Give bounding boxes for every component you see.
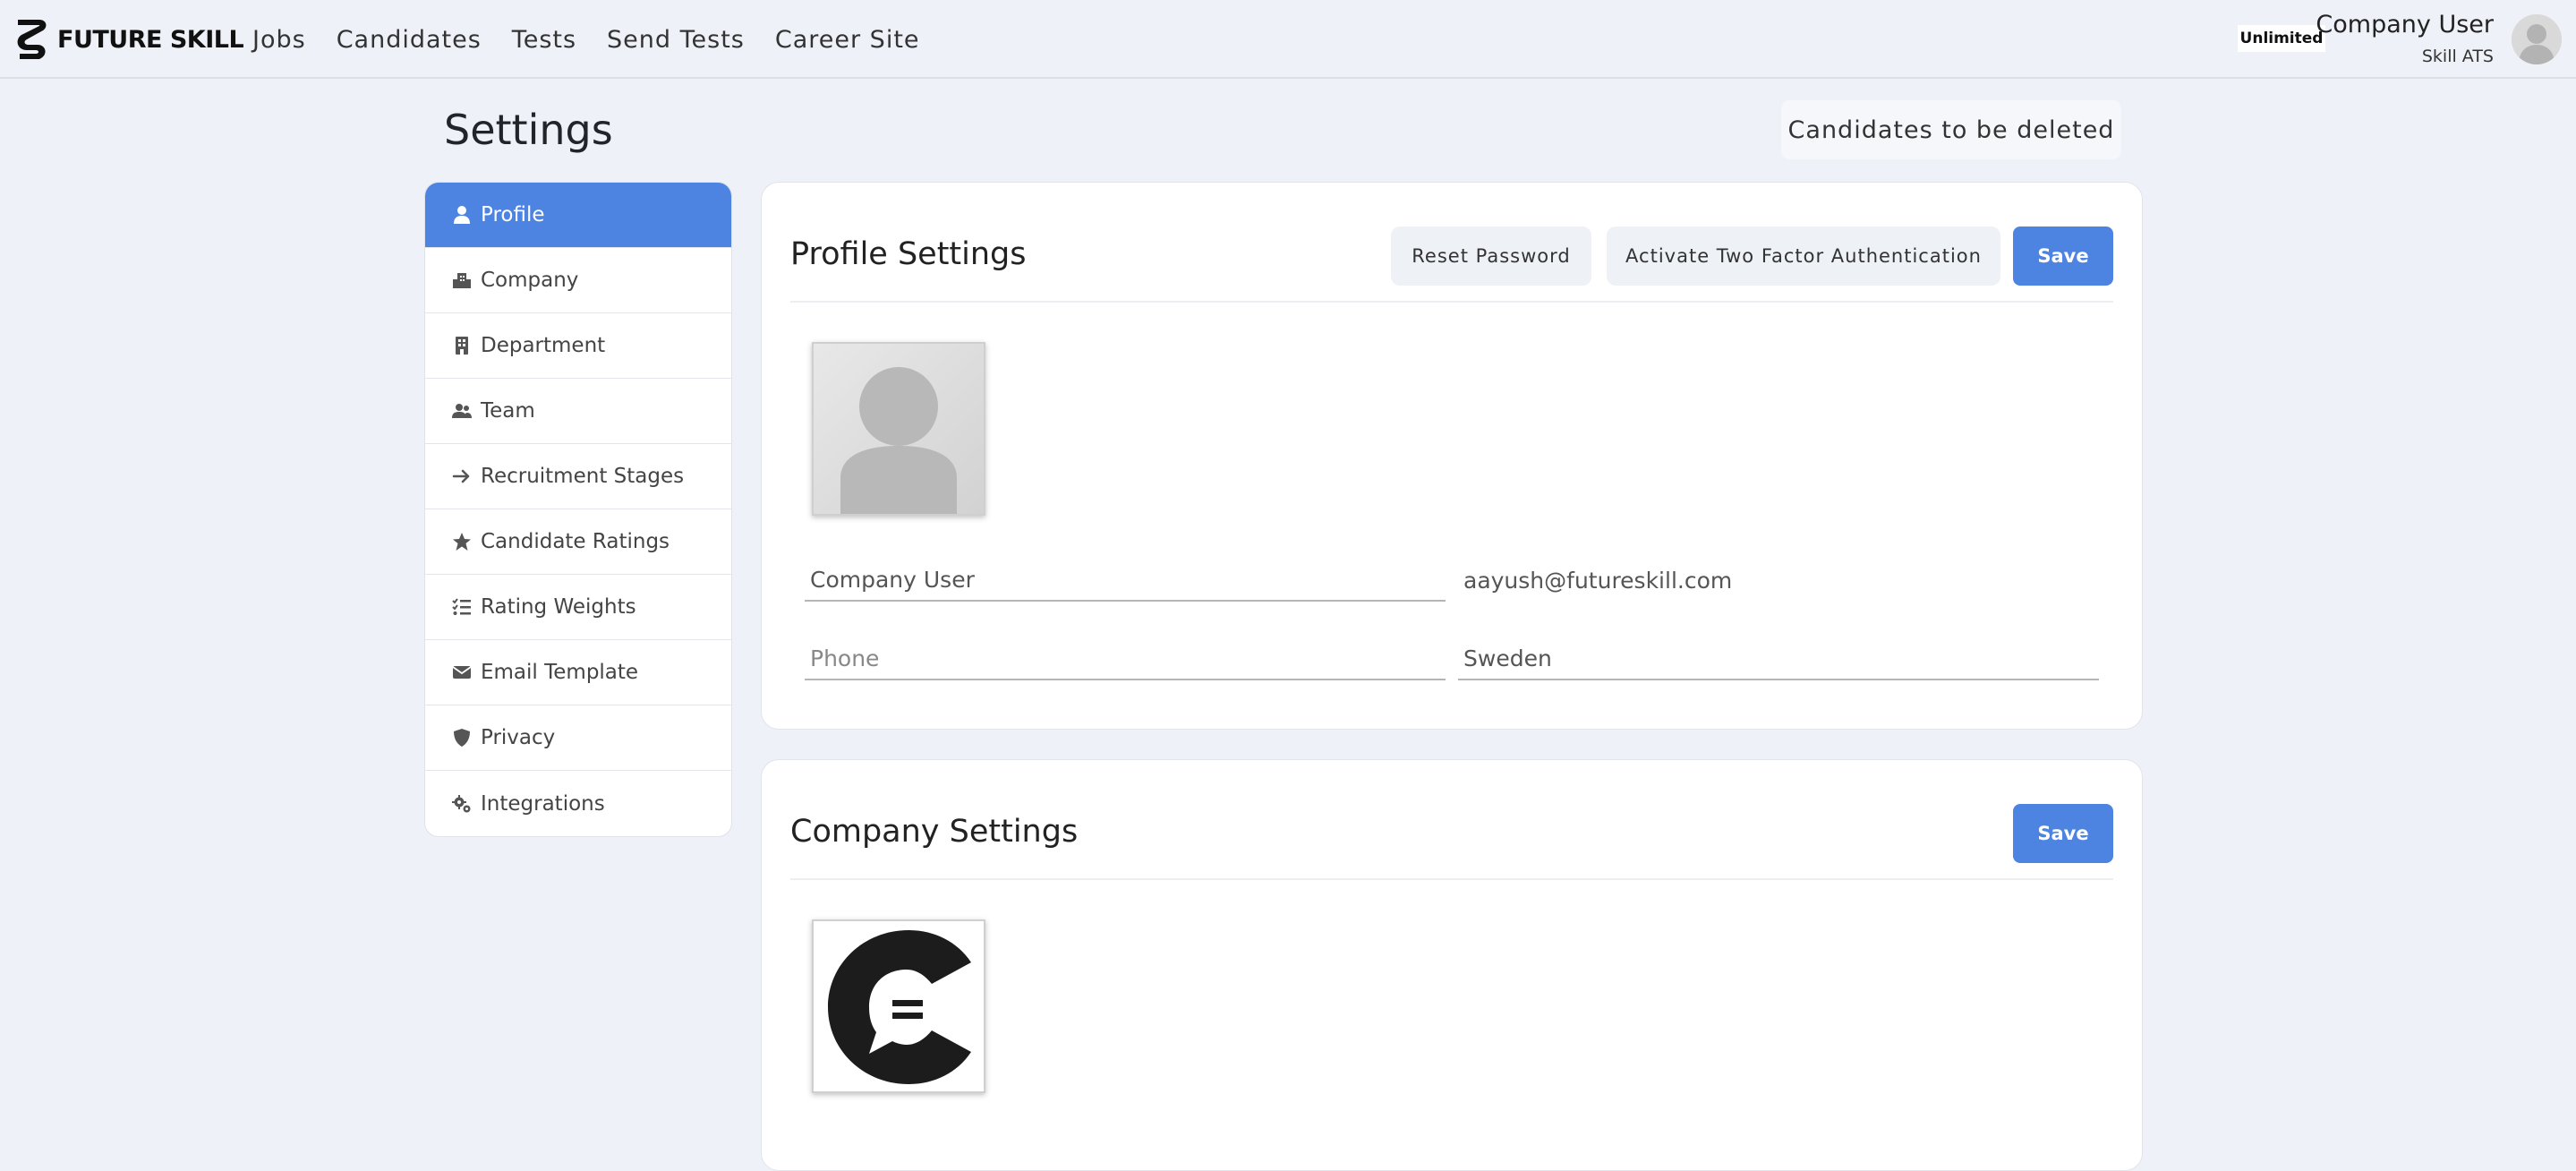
profile-settings-card: Profile Settings Reset Password Activate…	[761, 182, 2143, 730]
phone-field[interactable]	[805, 637, 1446, 680]
name-field[interactable]	[805, 559, 1446, 602]
sidebar-item-label: Team	[481, 399, 535, 423]
nav-send-tests[interactable]: Send Tests	[607, 26, 745, 54]
page-title: Settings	[444, 106, 613, 154]
email-value: aayush@futureskill.com	[1463, 567, 1733, 594]
country-input[interactable]	[1463, 645, 2099, 671]
profile-photo[interactable]	[812, 342, 985, 516]
brand-logo[interactable]: FUTURE SKILL	[13, 18, 244, 61]
sidebar-item-label: Integrations	[481, 791, 605, 816]
user-product: Skill ATS	[2421, 47, 2494, 66]
top-navbar: FUTURE SKILL Jobs Candidates Tests Send …	[0, 0, 2576, 79]
profile-divider	[790, 301, 2113, 303]
activate-two-factor-button[interactable]: Activate Two Factor Authentication	[1607, 227, 2000, 286]
company-logo[interactable]	[812, 919, 985, 1093]
envelope-icon	[452, 662, 472, 682]
users-icon	[452, 401, 472, 421]
nav-jobs[interactable]: Jobs	[252, 26, 306, 54]
sidebar-item-candidate-ratings[interactable]: Candidate Ratings	[425, 509, 731, 575]
avatar[interactable]	[2512, 14, 2562, 64]
nav-candidates[interactable]: Candidates	[337, 26, 482, 54]
sidebar-item-email-template[interactable]: Email Template	[425, 640, 731, 705]
profile-settings-title: Profile Settings	[790, 236, 1027, 272]
building-icon	[452, 336, 472, 355]
brand-name: FUTURE SKILL	[57, 25, 244, 54]
settings-sidebar: Profile Company Department Team Recruitm…	[424, 182, 732, 837]
main-nav: Jobs Candidates Tests Send Tests Career …	[252, 0, 951, 79]
email-field: aayush@futureskill.com	[1458, 559, 2099, 602]
sidebar-item-label: Rating Weights	[481, 595, 636, 619]
sidebar-item-recruitment-stages[interactable]: Recruitment Stages	[425, 444, 731, 509]
plan-badge: Unlimited	[2238, 25, 2325, 52]
profile-save-button[interactable]: Save	[2013, 227, 2113, 286]
company-settings-card: Company Settings Save	[761, 759, 2143, 1171]
sidebar-item-label: Candidate Ratings	[481, 530, 670, 553]
building-group-icon	[452, 270, 472, 290]
sidebar-item-company[interactable]: Company	[425, 248, 731, 313]
company-settings-title: Company Settings	[790, 814, 1079, 850]
user-name[interactable]: Company User	[2316, 11, 2494, 38]
company-save-button[interactable]: Save	[2013, 804, 2113, 863]
sidebar-item-label: Email Template	[481, 661, 639, 684]
shield-icon	[452, 728, 472, 748]
sidebar-item-rating-weights[interactable]: Rating Weights	[425, 575, 731, 640]
sidebar-item-profile[interactable]: Profile	[425, 183, 731, 248]
gears-icon	[452, 794, 472, 814]
user-icon	[452, 205, 472, 225]
sidebar-item-team[interactable]: Team	[425, 379, 731, 444]
name-input[interactable]	[810, 566, 1446, 593]
company-divider	[790, 878, 2113, 880]
sidebar-item-label: Privacy	[481, 726, 556, 749]
sidebar-item-privacy[interactable]: Privacy	[425, 705, 731, 771]
company-logo-icon	[814, 921, 984, 1091]
sidebar-item-department[interactable]: Department	[425, 313, 731, 379]
country-field[interactable]	[1458, 637, 2099, 680]
profile-placeholder-icon	[814, 344, 984, 514]
nav-career-site[interactable]: Career Site	[775, 26, 920, 54]
arrow-right-icon	[452, 466, 472, 486]
avatar-placeholder-icon	[2512, 14, 2562, 64]
list-check-icon	[452, 597, 472, 617]
sidebar-item-label: Department	[481, 334, 606, 357]
star-icon	[452, 532, 472, 551]
sidebar-item-label: Company	[481, 269, 579, 292]
nav-tests[interactable]: Tests	[512, 26, 576, 54]
candidates-to-be-deleted-button[interactable]: Candidates to be deleted	[1781, 100, 2121, 159]
sidebar-item-label: Profile	[481, 203, 545, 227]
sidebar-item-label: Recruitment Stages	[481, 465, 685, 488]
phone-input[interactable]	[810, 645, 1446, 671]
future-skill-logo-icon	[17, 20, 47, 59]
sidebar-item-integrations[interactable]: Integrations	[425, 771, 731, 836]
reset-password-button[interactable]: Reset Password	[1391, 227, 1591, 286]
